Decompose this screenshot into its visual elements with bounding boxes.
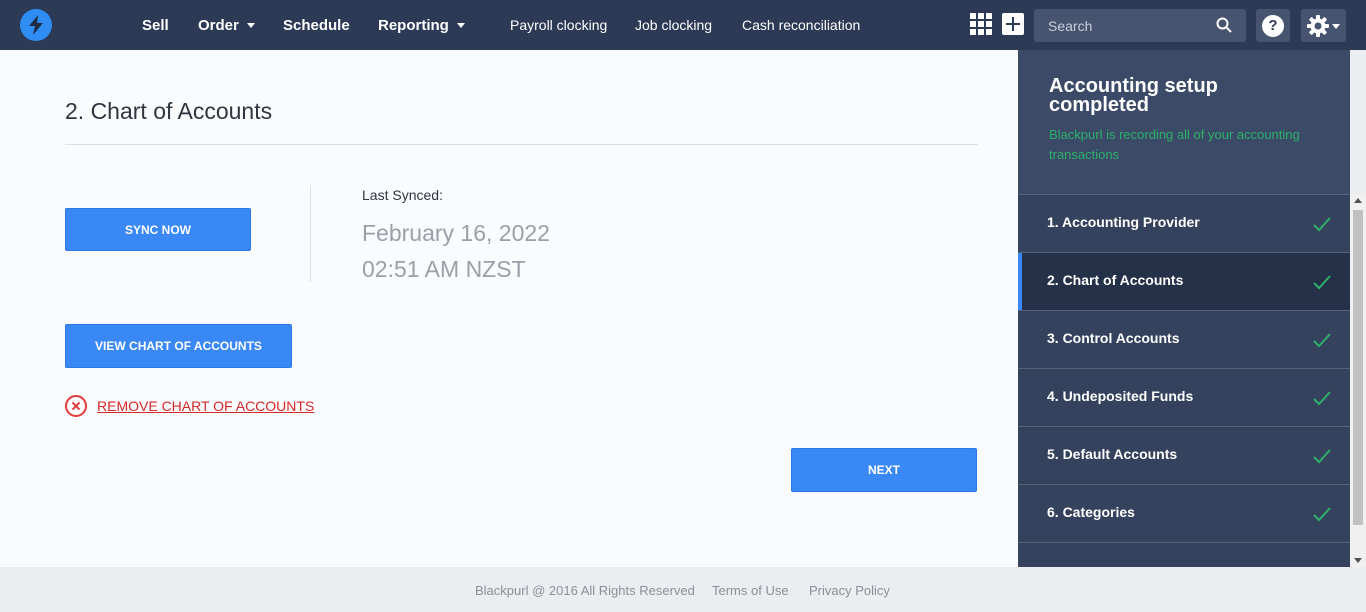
check-icon [1313, 217, 1331, 232]
chevron-down-icon [246, 22, 255, 28]
help-icon: ? [1262, 14, 1284, 37]
page-title: 2. Chart of Accounts [65, 98, 273, 124]
sidebar-item-default-accounts[interactable]: 5. Default Accounts [1018, 426, 1350, 484]
nav-cash-reconciliation-label: Cash reconciliation [742, 17, 861, 33]
setup-sidebar: Accounting setup completed Blackpurl is … [1018, 50, 1350, 567]
check-icon [1313, 449, 1331, 464]
sidebar-title: Accounting setup completed [1049, 75, 1218, 116]
scroll-up-arrow-icon[interactable] [1354, 198, 1362, 203]
nav-reporting-label: Reporting [378, 16, 449, 34]
search-box [1034, 9, 1246, 42]
remove-chart-of-accounts-link[interactable]: REMOVE CHART OF ACCOUNTS [97, 398, 314, 414]
settings-button[interactable] [1301, 9, 1346, 42]
sidebar-scrollbar[interactable] [1350, 194, 1366, 567]
sidebar-item-partial[interactable] [1018, 542, 1350, 567]
nav-job-clocking-label: Job clocking [635, 17, 713, 33]
last-synced-label: Last Synced: [362, 187, 443, 203]
sidebar-item-label: 2. Chart of Accounts [1047, 272, 1184, 288]
terms-of-use-link[interactable]: Terms of Use [712, 583, 789, 598]
sidebar-subtitle: Blackpurl is recording all of your accou… [1049, 127, 1300, 162]
remove-circle-icon [65, 395, 87, 417]
sidebar-header: Accounting setup completed Blackpurl is … [1018, 50, 1350, 194]
sync-now-label: SYNC NOW [125, 222, 191, 237]
nav-payroll-clocking-label: Payroll clocking [510, 17, 608, 33]
nav-schedule-label: Schedule [283, 16, 350, 34]
sidebar-item-control-accounts[interactable]: 3. Control Accounts [1018, 310, 1350, 368]
privacy-policy-link[interactable]: Privacy Policy [809, 583, 890, 598]
sidebar-item-label: 4. Undeposited Funds [1047, 388, 1194, 404]
sidebar-item-accounting-provider[interactable]: 1. Accounting Provider [1018, 194, 1350, 252]
lightning-icon [29, 15, 43, 35]
sidebar-item-undeposited-funds[interactable]: 4. Undeposited Funds [1018, 368, 1350, 426]
view-chart-of-accounts-label: VIEW CHART OF ACCOUNTS [95, 339, 262, 353]
logo-icon[interactable] [20, 9, 52, 41]
nav-sell-label: Sell [142, 16, 169, 34]
divider [65, 144, 978, 145]
nav-schedule[interactable]: Schedule [283, 0, 350, 50]
nav-sell[interactable]: Sell [142, 0, 169, 50]
check-icon [1313, 391, 1331, 406]
sync-now-button[interactable]: SYNC NOW [65, 208, 251, 251]
sidebar-item-chart-of-accounts[interactable]: 2. Chart of Accounts [1018, 252, 1350, 310]
copyright-text: Blackpurl @ 2016 All Rights Reserved [475, 583, 695, 598]
footer: Blackpurl @ 2016 All Rights Reserved Ter… [0, 567, 1366, 612]
nav-payroll-clocking[interactable]: Payroll clocking [510, 0, 607, 50]
sidebar-item-categories[interactable]: 6. Categories [1018, 484, 1350, 542]
last-synced-date: February 16, 2022 [362, 220, 550, 246]
sidebar-item-label: 3. Control Accounts [1047, 330, 1180, 346]
last-synced-time: 02:51 AM NZST [362, 256, 526, 282]
search-input[interactable] [1034, 9, 1214, 42]
sidebar-item-label: 5. Default Accounts [1047, 446, 1178, 462]
sidebar-item-label: 6. Categories [1047, 504, 1135, 520]
sidebar-item-label: 1. Accounting Provider [1047, 214, 1200, 230]
main-content: 2. Chart of Accounts SYNC NOW Last Synce… [0, 50, 1018, 567]
gear-icon [1307, 15, 1329, 37]
remove-chart-of-accounts[interactable]: REMOVE CHART OF ACCOUNTS [65, 395, 314, 417]
apps-grid-icon[interactable] [970, 13, 992, 35]
nav-job-clocking[interactable]: Job clocking [635, 0, 712, 50]
nav-order[interactable]: Order [198, 0, 255, 50]
nav-cash-reconciliation[interactable]: Cash reconciliation [742, 0, 860, 50]
next-label: NEXT [867, 463, 900, 477]
scroll-down-arrow-icon[interactable] [1354, 558, 1362, 563]
top-navbar: Sell Order Schedule Reporting Payroll cl… [0, 0, 1366, 50]
help-button[interactable]: ? [1256, 9, 1290, 42]
next-button[interactable]: NEXT [791, 448, 977, 492]
check-icon [1313, 275, 1331, 290]
search-icon[interactable] [1216, 17, 1232, 33]
add-icon[interactable] [1002, 13, 1024, 35]
nav-reporting[interactable]: Reporting [378, 0, 465, 50]
chevron-down-icon [1332, 24, 1340, 29]
check-icon [1313, 333, 1331, 348]
vertical-divider [310, 185, 311, 282]
nav-order-label: Order [198, 16, 239, 34]
scrollbar-thumb[interactable] [1353, 210, 1363, 525]
view-chart-of-accounts-button[interactable]: VIEW CHART OF ACCOUNTS [65, 324, 292, 368]
check-icon [1313, 507, 1331, 522]
chevron-down-icon [456, 22, 465, 28]
